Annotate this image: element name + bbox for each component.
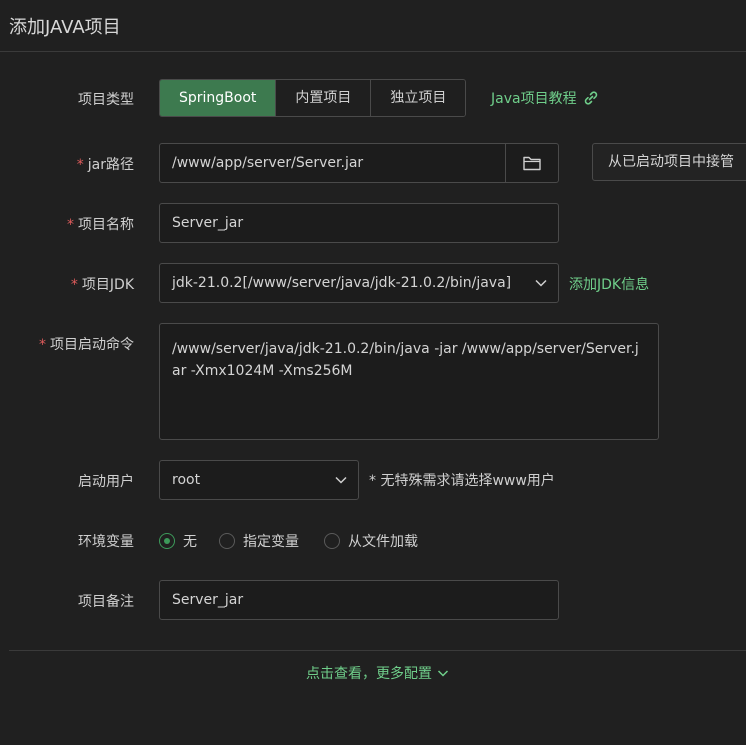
- env-radio-none[interactable]: 无: [159, 531, 197, 551]
- radio-unchecked-icon: [219, 533, 235, 549]
- project-type-option-standalone[interactable]: 独立项目: [370, 80, 466, 116]
- project-type-label: 项目类型: [78, 92, 134, 108]
- remark-input[interactable]: Server_jar: [159, 580, 559, 620]
- project-type-option-builtin[interactable]: 内置项目: [275, 80, 371, 116]
- more-config-toggle[interactable]: 点击查看，更多配置: [306, 663, 450, 683]
- chevron-down-icon: [535, 279, 547, 287]
- footer-divider: [9, 650, 746, 651]
- takeover-running-project-button[interactable]: 从已启动项目中接管: [592, 143, 746, 181]
- radio-checked-icon: [159, 533, 175, 549]
- project-name-input[interactable]: Server_jar: [159, 203, 559, 243]
- chevron-down-icon: [437, 670, 449, 677]
- start-command-label: * 项目启动命令: [39, 337, 134, 353]
- env-radio-specify[interactable]: 指定变量: [219, 531, 299, 551]
- jar-path-input[interactable]: /www/app/server/Server.jar: [159, 143, 506, 183]
- chevron-down-icon: [335, 476, 347, 484]
- project-jdk-label: * 项目JDK: [70, 277, 134, 293]
- folder-icon: [523, 156, 541, 171]
- radio-unchecked-icon: [324, 533, 340, 549]
- remark-label: 项目备注: [78, 594, 134, 610]
- dialog-header: 添加JAVA项目: [0, 0, 746, 52]
- project-type-option-springboot[interactable]: SpringBoot: [160, 80, 276, 116]
- browse-folder-button[interactable]: [505, 143, 559, 183]
- jar-path-label: * jar路径: [76, 157, 134, 173]
- project-type-segmented: SpringBoot 内置项目 独立项目: [159, 79, 467, 117]
- start-command-textarea[interactable]: /www/server/java/jdk-21.0.2/bin/java -ja…: [159, 323, 659, 440]
- env-vars-label: 环境变量: [78, 534, 134, 550]
- start-user-label: 启动用户: [78, 474, 134, 490]
- add-jdk-link[interactable]: 添加JDK信息: [569, 274, 649, 294]
- project-jdk-select[interactable]: jdk-21.0.2[/www/server/java/jdk-21.0.2/b…: [159, 263, 559, 303]
- dialog-title: 添加JAVA项目: [9, 17, 121, 38]
- java-tutorial-link[interactable]: Java项目教程: [491, 88, 599, 108]
- link-icon: [584, 91, 597, 105]
- project-name-label: * 项目名称: [67, 217, 134, 233]
- start-user-hint: * 无特殊需求请选择www用户: [369, 473, 555, 489]
- env-radio-from-file[interactable]: 从文件加载: [324, 531, 418, 551]
- start-user-select[interactable]: root: [159, 460, 359, 500]
